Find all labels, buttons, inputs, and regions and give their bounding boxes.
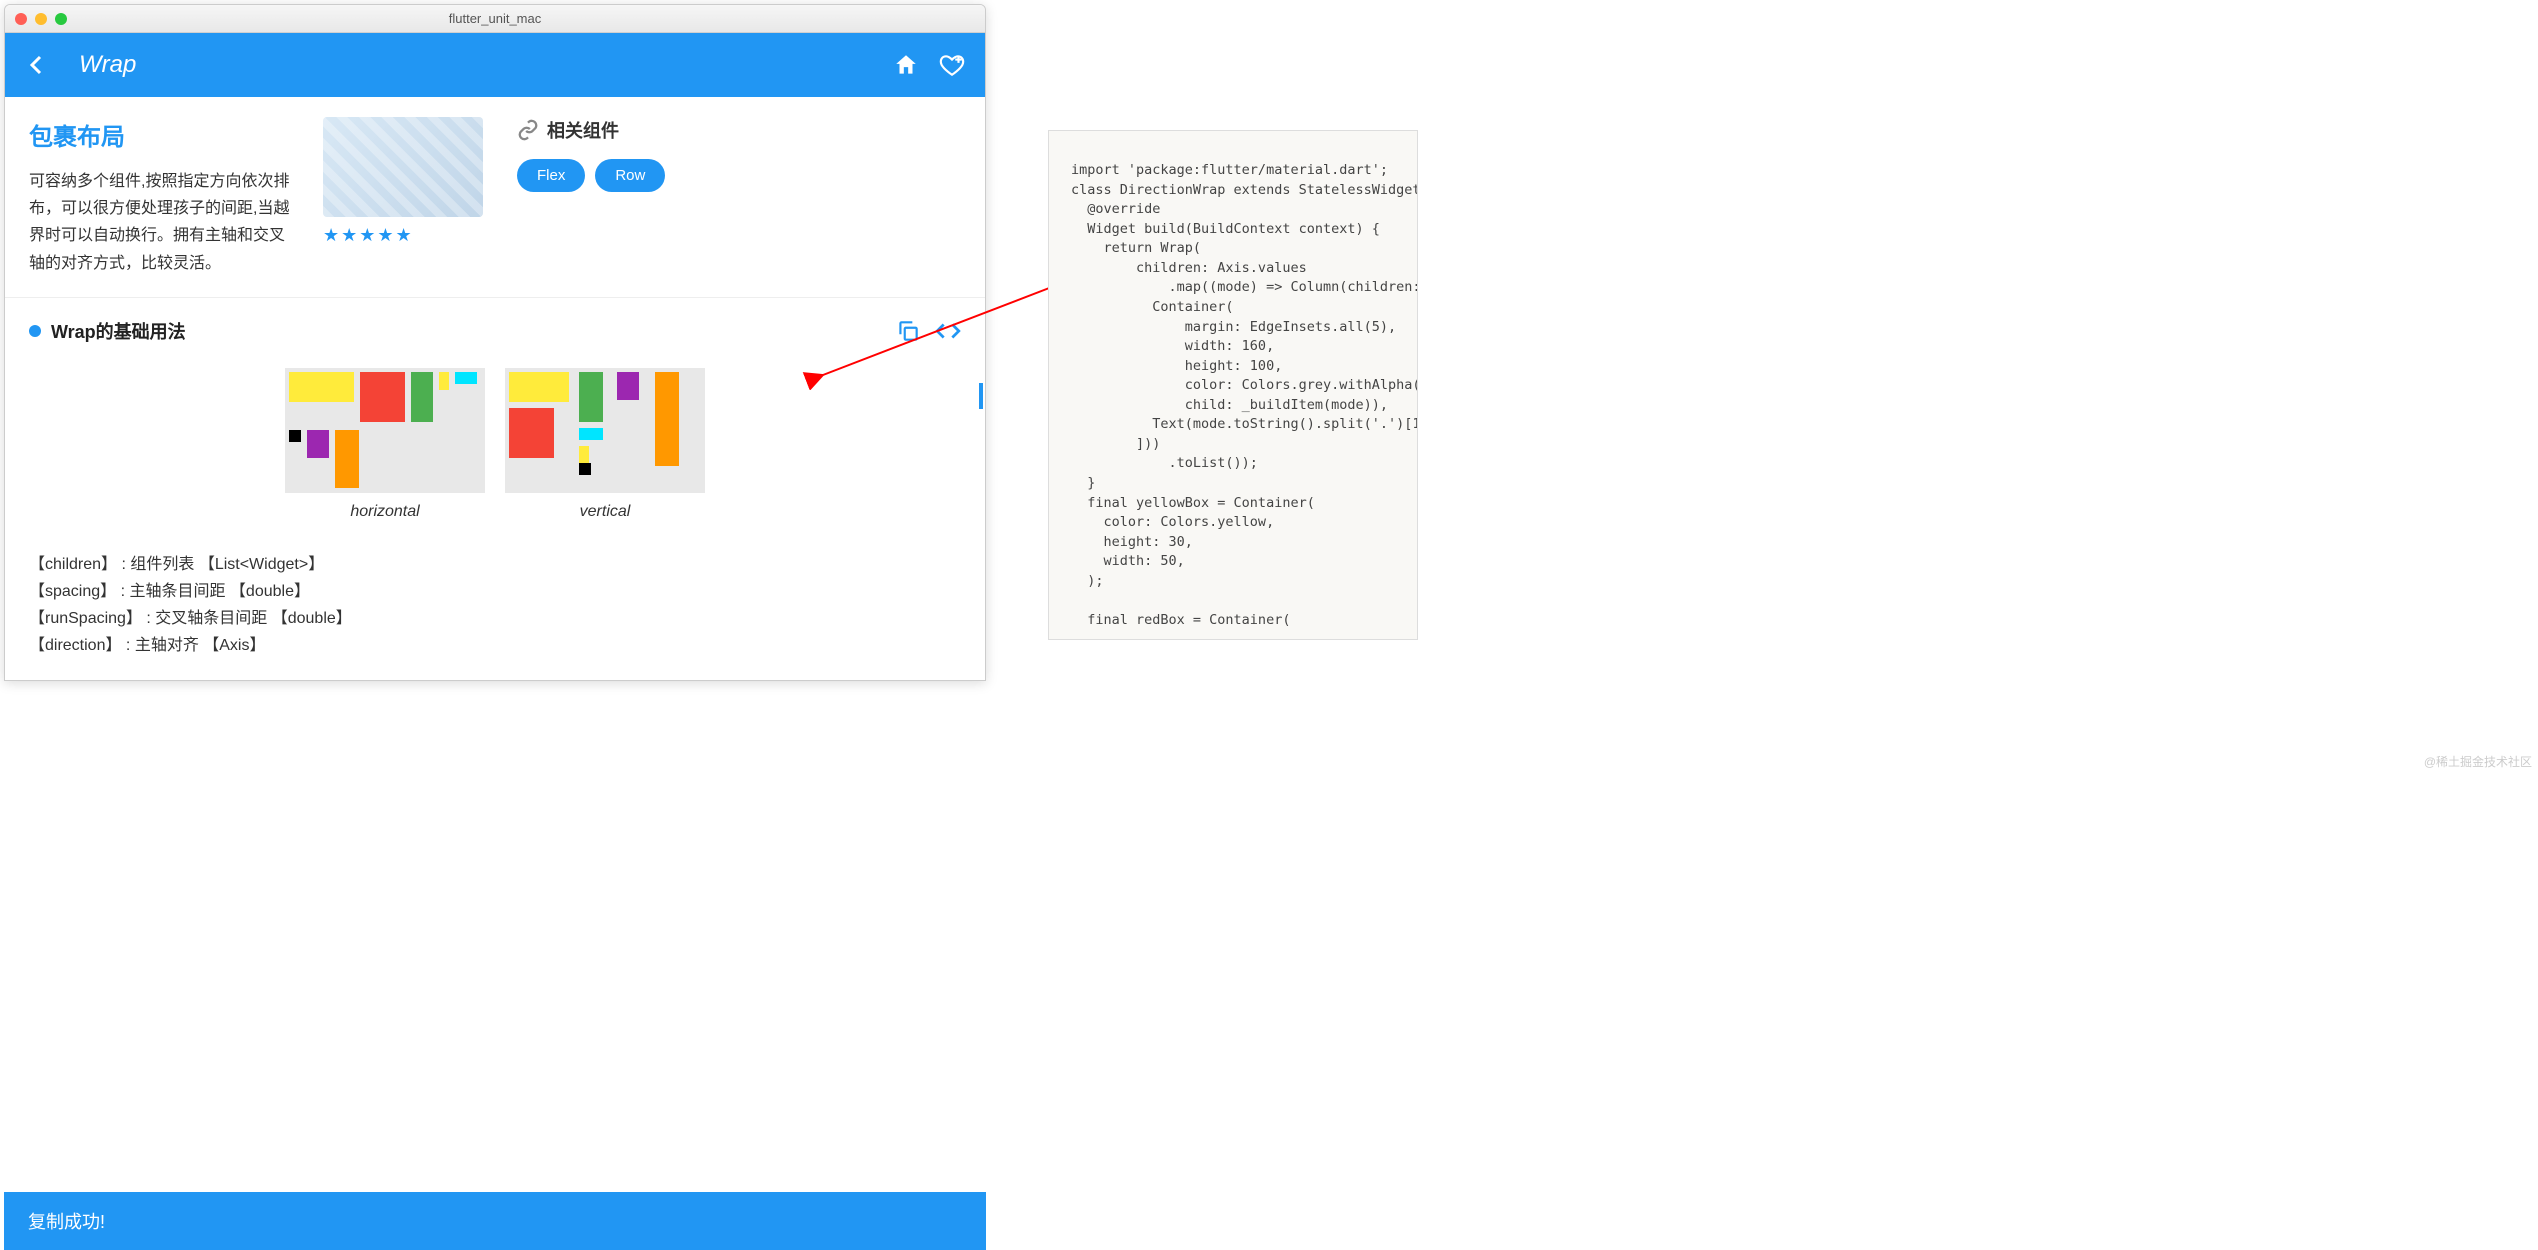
prop-line: 【children】 : 组件列表 【List<Widget>】 xyxy=(29,551,961,578)
minimize-window-button[interactable] xyxy=(35,13,47,25)
chip-flex[interactable]: Flex xyxy=(517,159,585,192)
header-image-block: ★★★★★ xyxy=(323,117,493,277)
back-button[interactable] xyxy=(25,53,49,77)
widget-name: 包裹布局 xyxy=(29,117,299,152)
code-content: import 'package:flutter/material.dart'; … xyxy=(1071,161,1395,631)
app-window: flutter_unit_mac Wrap 包裹布局 可容纳多个组件,按照指定方… xyxy=(4,4,986,681)
code-icon[interactable] xyxy=(935,318,961,344)
window-title: flutter_unit_mac xyxy=(449,11,542,26)
related-block: 相关组件 Flex Row xyxy=(517,117,961,277)
demo-row: horizontal vertical xyxy=(29,368,961,521)
demo-box-vertical xyxy=(505,368,705,493)
example-section: Wrap的基础用法 xyxy=(5,297,985,680)
example-heading-row: Wrap的基础用法 xyxy=(29,318,961,344)
close-window-button[interactable] xyxy=(15,13,27,25)
page-title: Wrap xyxy=(79,51,893,79)
code-panel: import 'package:flutter/material.dart'; … xyxy=(1048,130,1418,640)
prop-line: 【direction】 : 主轴对齐 【Axis】 xyxy=(29,632,961,659)
widget-description: 可容纳多个组件,按照指定方向依次排布，可以很方便处理孩子的间距,当越界时可以自动… xyxy=(29,168,299,277)
appbar-actions xyxy=(893,52,965,78)
scroll-indicator xyxy=(979,383,983,409)
prop-line: 【runSpacing】 : 交叉轴条目间距 【double】 xyxy=(29,605,961,632)
maximize-window-button[interactable] xyxy=(55,13,67,25)
demo-box-horizontal xyxy=(285,368,485,493)
props-list: 【children】 : 组件列表 【List<Widget>】 【spacin… xyxy=(29,551,961,660)
traffic-lights xyxy=(15,13,67,25)
widget-thumbnail xyxy=(323,117,483,217)
snackbar-text: 复制成功! xyxy=(28,1212,105,1232)
demo-horizontal: horizontal xyxy=(285,368,485,521)
demo-vertical: vertical xyxy=(505,368,705,521)
example-heading: Wrap的基础用法 xyxy=(51,318,885,344)
snackbar: 复制成功! xyxy=(4,1192,986,1250)
titlebar: flutter_unit_mac xyxy=(5,5,985,33)
demo-label-vertical: vertical xyxy=(505,503,705,521)
header-text-block: 包裹布局 可容纳多个组件,按照指定方向依次排布，可以很方便处理孩子的间距,当越界… xyxy=(29,117,299,277)
copy-icon[interactable] xyxy=(895,318,921,344)
bullet-dot xyxy=(29,325,41,337)
link-icon xyxy=(517,119,539,141)
watermark: @稀土掘金技术社区 xyxy=(2424,753,2532,770)
rating-stars: ★★★★★ xyxy=(323,225,493,246)
detail-header: 包裹布局 可容纳多个组件,按照指定方向依次排布，可以很方便处理孩子的间距,当越界… xyxy=(5,97,985,297)
prop-line: 【spacing】 : 主轴条目间距 【double】 xyxy=(29,578,961,605)
related-chips: Flex Row xyxy=(517,159,961,192)
favorite-add-icon[interactable] xyxy=(939,52,965,78)
related-heading-text: 相关组件 xyxy=(547,117,619,143)
related-heading: 相关组件 xyxy=(517,117,961,143)
demo-label-horizontal: horizontal xyxy=(285,503,485,521)
home-icon[interactable] xyxy=(893,52,919,78)
content-area: 包裹布局 可容纳多个组件,按照指定方向依次排布，可以很方便处理孩子的间距,当越界… xyxy=(5,97,985,680)
chip-row[interactable]: Row xyxy=(595,159,665,192)
example-actions xyxy=(895,318,961,344)
appbar: Wrap xyxy=(5,33,985,97)
